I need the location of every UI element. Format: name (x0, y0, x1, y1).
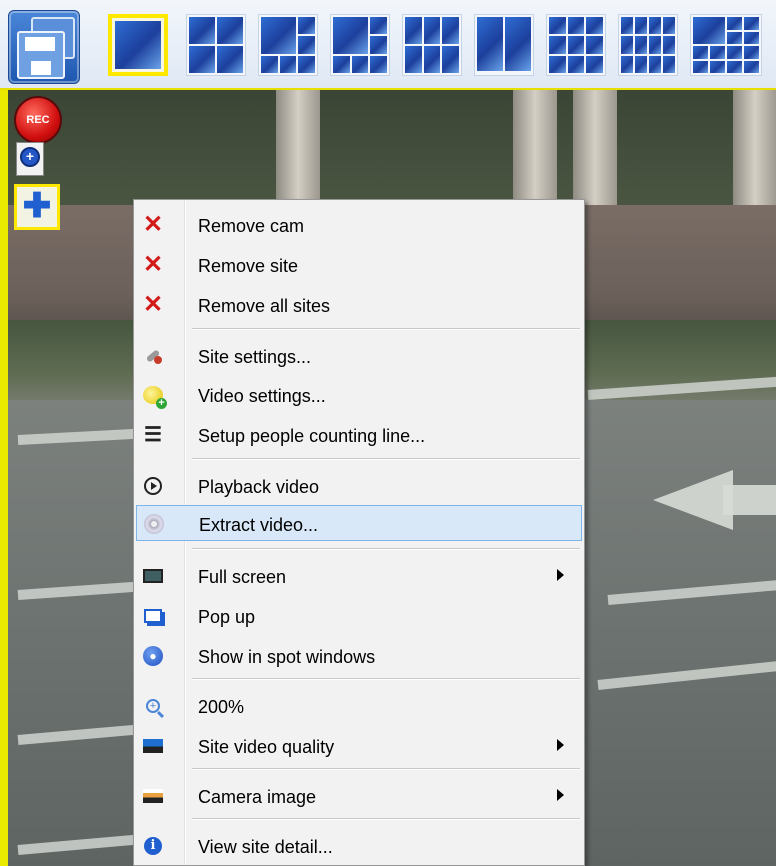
menu-item-label: Extract video... (199, 515, 319, 535)
menu-separator (192, 458, 580, 460)
list-icon: ☰ (144, 424, 162, 446)
menu-item-label: Remove site (198, 256, 299, 276)
remove-icon: ✕ (142, 211, 164, 238)
menu-item-camera-image[interactable]: Camera image (136, 778, 582, 814)
submenu-arrow-icon (557, 789, 564, 801)
popup-icon (142, 605, 164, 627)
menu-item-remove-site[interactable]: ✕ Remove site (136, 247, 582, 283)
menu-item-extract-video[interactable]: Extract video... (136, 505, 582, 541)
layout-toolbar (0, 0, 776, 90)
rec-label: REC (26, 114, 50, 126)
menu-item-label: View site detail... (198, 837, 333, 857)
disc-icon (143, 513, 165, 535)
menu-item-full-screen[interactable]: Full screen (136, 558, 582, 594)
wrench-icon (142, 345, 164, 367)
menu-item-remove-cam[interactable]: ✕ Remove cam (136, 207, 582, 243)
layout-1plus5b-button[interactable] (330, 14, 390, 76)
film-icon (142, 565, 164, 587)
menu-item-remove-all-sites[interactable]: ✕ Remove all sites (136, 287, 582, 323)
layout-1x1-button[interactable] (108, 14, 168, 76)
info-icon: i (142, 835, 164, 857)
play-icon (142, 475, 164, 497)
layout-1plus5-button[interactable] (258, 14, 318, 76)
menu-item-label: Show in spot windows (198, 647, 376, 667)
layout-2x2-button[interactable] (186, 14, 246, 76)
menu-item-label: Camera image (198, 787, 317, 807)
save-icon-front (17, 31, 65, 79)
menu-item-video-settings[interactable]: Video settings... (136, 377, 582, 413)
move-arrows-icon: ✚ (22, 187, 52, 225)
layout-4x3-button[interactable] (618, 14, 678, 76)
menu-separator (192, 768, 580, 770)
layout-3x2-button[interactable] (402, 14, 462, 76)
menu-item-label: Remove cam (198, 216, 305, 236)
menu-separator (192, 678, 580, 680)
menu-item-label: Setup people counting line... (198, 426, 426, 446)
menu-item-site-video-quality[interactable]: Site video quality (136, 728, 582, 764)
remove-icon: ✕ (142, 291, 164, 318)
save-layout-button[interactable] (8, 10, 80, 84)
camera-image-icon (142, 785, 164, 807)
menu-item-label: Video settings... (198, 386, 326, 406)
layout-3x3-button[interactable] (546, 14, 606, 76)
menu-item-view-site-detail[interactable]: i View site detail... (136, 828, 582, 864)
menu-item-label: Full screen (198, 567, 287, 587)
layout-2plus6-button[interactable] (474, 14, 534, 76)
zoom-tool-button[interactable]: + (16, 142, 44, 176)
submenu-arrow-icon (557, 569, 564, 581)
menu-separator (192, 548, 580, 550)
quality-icon (142, 735, 164, 757)
menu-item-label: 200% (198, 697, 245, 717)
menu-item-label: Remove all sites (198, 296, 331, 316)
menu-item-label: Playback video (198, 477, 320, 497)
submenu-arrow-icon (557, 739, 564, 751)
menu-item-show-in-spot[interactable]: ● Show in spot windows (136, 638, 582, 674)
menu-item-people-counting[interactable]: ☰ Setup people counting line... (136, 417, 582, 453)
menu-item-label: Pop up (198, 607, 256, 627)
menu-separator (192, 328, 580, 330)
menu-item-label: Site video quality (198, 737, 335, 757)
camera-add-icon (142, 384, 167, 409)
menu-item-pop-up[interactable]: Pop up (136, 598, 582, 634)
record-button[interactable]: REC (14, 96, 62, 144)
move-tool-button[interactable]: ✚ (14, 184, 60, 230)
zoom-in-icon: + (20, 147, 40, 167)
menu-separator (192, 818, 580, 820)
menu-item-playback-video[interactable]: Playback video (136, 468, 582, 504)
zoom-icon: + (142, 695, 164, 717)
menu-item-zoom-200[interactable]: + 200% (136, 688, 582, 724)
remove-icon: ✕ (142, 251, 164, 278)
menu-item-site-settings[interactable]: Site settings... (136, 338, 582, 374)
layout-1plus12-button[interactable] (690, 14, 762, 76)
spot-icon: ● (142, 645, 164, 667)
context-menu: ✕ Remove cam ✕ Remove site ✕ Remove all … (133, 199, 585, 866)
menu-item-label: Site settings... (198, 347, 312, 367)
